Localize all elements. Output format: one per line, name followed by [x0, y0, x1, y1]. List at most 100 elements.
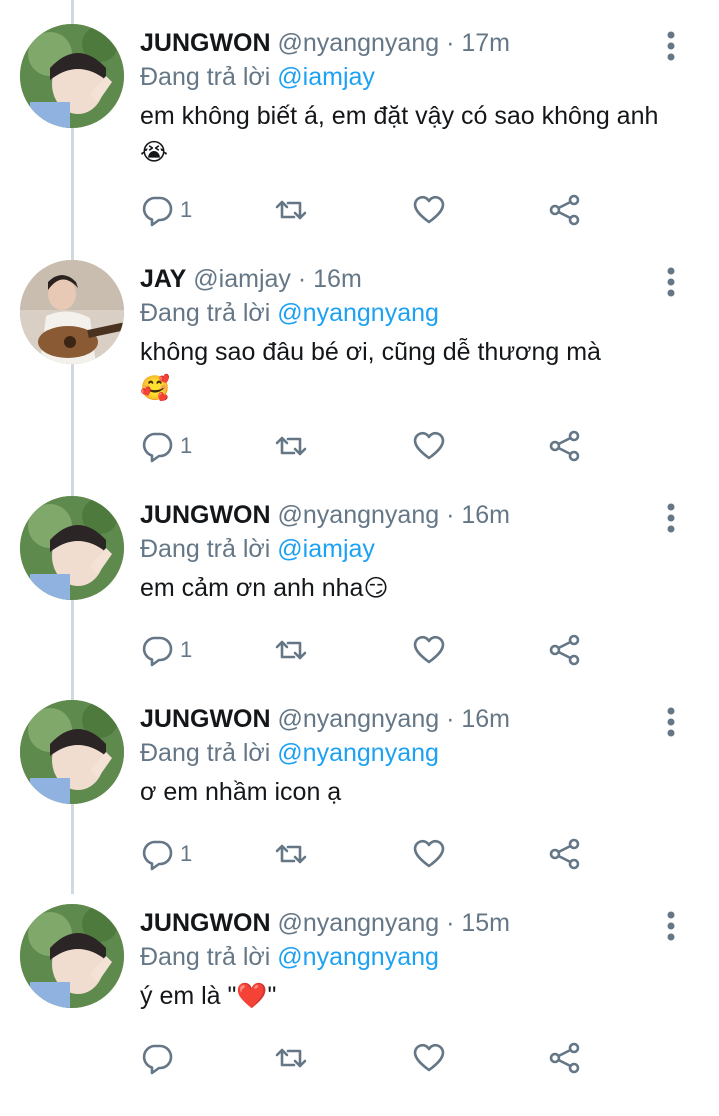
- share-button[interactable]: [548, 1038, 582, 1078]
- timestamp[interactable]: 16m: [461, 705, 510, 733]
- separator-dot: ·: [446, 501, 455, 529]
- share-icon: [549, 194, 580, 226]
- mention-link[interactable]: @nyangnyang: [277, 299, 439, 327]
- separator-dot: ·: [446, 909, 455, 937]
- tweet-text-content: em không biết á, em đặt vậy có sao không…: [140, 102, 659, 130]
- user-handle[interactable]: @nyangnyang: [278, 29, 440, 57]
- like-button[interactable]: [412, 630, 446, 670]
- reply-count: 1: [180, 637, 193, 662]
- share-button[interactable]: [548, 190, 582, 230]
- tweet-text-content: ơ em nhầm icon ạ: [140, 778, 342, 806]
- reply-button[interactable]: [140, 1038, 180, 1078]
- like-icon: [413, 431, 445, 460]
- reply-prefix: Đang trả lời: [140, 63, 271, 91]
- more-options-icon[interactable]: [665, 706, 677, 738]
- user-handle[interactable]: @iamjay: [193, 265, 291, 293]
- like-button[interactable]: [412, 426, 446, 466]
- retweet-button[interactable]: [274, 834, 308, 874]
- separator-dot: ·: [297, 265, 307, 293]
- more-options-icon[interactable]: [665, 502, 677, 534]
- retweet-button[interactable]: [274, 1038, 308, 1078]
- retweet-icon: [275, 436, 307, 456]
- more-options-icon[interactable]: [665, 910, 677, 942]
- tweet[interactable]: JUNGWON @nyangnyang · 16m Đang trả lời @…: [0, 676, 719, 912]
- reply-icon: [142, 432, 173, 463]
- display-name[interactable]: JUNGWON: [140, 909, 271, 937]
- share-button[interactable]: [548, 834, 582, 874]
- reply-button[interactable]: 1: [140, 190, 192, 230]
- reply-button[interactable]: 1: [140, 630, 192, 670]
- display-name[interactable]: JUNGWON: [140, 29, 271, 57]
- action-bar: [140, 1038, 660, 1078]
- action-bar: 1: [140, 630, 660, 670]
- timestamp[interactable]: 16m: [461, 501, 510, 529]
- timestamp[interactable]: 17m: [461, 29, 510, 57]
- tweet-text: ý em là "❤️": [140, 978, 680, 1014]
- retweet-button[interactable]: [274, 190, 308, 230]
- retweet-button[interactable]: [274, 426, 308, 466]
- reply-count: 1: [180, 433, 193, 458]
- reply-count: 1: [180, 841, 193, 866]
- tweet[interactable]: JUNGWON @nyangnyang · 17m Đang trả lời @…: [0, 0, 719, 236]
- avatar-jungwon[interactable]: [20, 24, 124, 128]
- tweet-text: không sao đâu bé ơi, cũng dễ thương mà 🥰: [140, 334, 680, 407]
- display-name[interactable]: JUNGWON: [140, 501, 271, 529]
- like-button[interactable]: [412, 1038, 446, 1078]
- share-icon: [549, 1042, 580, 1074]
- reply-prefix: Đang trả lời: [140, 739, 271, 767]
- tweet-header: JUNGWON @nyangnyang · 16m: [140, 498, 680, 532]
- mention-link[interactable]: @iamjay: [277, 535, 375, 563]
- display-name[interactable]: JAY: [140, 265, 186, 293]
- separator-dot: ·: [446, 29, 455, 57]
- tweet[interactable]: JUNGWON @nyangnyang · 16m Đang trả lời @…: [0, 472, 719, 708]
- replying-to: Đang trả lời @iamjay: [140, 60, 680, 94]
- more-options-icon[interactable]: [665, 266, 677, 298]
- retweet-icon: [275, 640, 307, 660]
- share-icon: [549, 838, 580, 870]
- timestamp[interactable]: 15m: [461, 909, 510, 937]
- like-icon: [413, 839, 445, 868]
- share-icon: [549, 430, 580, 462]
- reply-icon: [142, 1044, 173, 1075]
- smirking-face-emoji: 😏: [363, 575, 389, 602]
- share-button[interactable]: [548, 426, 582, 466]
- tweet-text: em không biết á, em đặt vậy có sao không…: [140, 98, 680, 171]
- action-bar: 1: [140, 834, 660, 874]
- tweet-header: JUNGWON @nyangnyang · 16m: [140, 702, 680, 736]
- reply-prefix: Đang trả lời: [140, 535, 271, 563]
- share-button[interactable]: [548, 630, 582, 670]
- reply-icon: [142, 196, 173, 227]
- mention-link[interactable]: @nyangnyang: [277, 739, 439, 767]
- avatar-jay[interactable]: [20, 260, 124, 364]
- reply-button[interactable]: 1: [140, 426, 192, 466]
- tweet[interactable]: JAY @iamjay · 16m Đang trả lời @nyangnya…: [0, 236, 719, 472]
- reply-icon: [142, 840, 173, 871]
- reply-button[interactable]: 1: [140, 834, 192, 874]
- avatar-jungwon[interactable]: [20, 700, 124, 804]
- display-name[interactable]: JUNGWON: [140, 705, 271, 733]
- avatar-jungwon[interactable]: [20, 904, 124, 1008]
- mention-link[interactable]: @nyangnyang: [277, 943, 439, 971]
- like-icon: [413, 635, 445, 664]
- user-handle[interactable]: @nyangnyang: [278, 705, 440, 733]
- replying-to: Đang trả lời @nyangnyang: [140, 296, 680, 330]
- retweet-icon: [275, 200, 307, 220]
- retweet-button[interactable]: [274, 630, 308, 670]
- mention-link[interactable]: @iamjay: [277, 63, 375, 91]
- replying-to: Đang trả lời @nyangnyang: [140, 940, 680, 974]
- like-button[interactable]: [412, 190, 446, 230]
- tweet-text: em cảm ơn anh nha😏: [140, 570, 680, 607]
- loudly-crying-emoji: 😭: [140, 139, 169, 166]
- avatar-jungwon[interactable]: [20, 496, 124, 600]
- more-options-icon[interactable]: [665, 30, 677, 62]
- user-handle[interactable]: @nyangnyang: [278, 909, 440, 937]
- reply-count: 1: [180, 197, 193, 222]
- reply-prefix: Đang trả lời: [140, 299, 271, 327]
- timestamp[interactable]: 16m: [313, 265, 362, 293]
- tweet[interactable]: JUNGWON @nyangnyang · 15m Đang trả lời @…: [0, 880, 719, 1116]
- tweet-header: JUNGWON @nyangnyang · 17m: [140, 26, 680, 60]
- user-handle[interactable]: @nyangnyang: [278, 501, 440, 529]
- reply-icon: [142, 636, 173, 667]
- like-button[interactable]: [412, 834, 446, 874]
- tweet-text-content: em cảm ơn anh nha: [140, 574, 364, 602]
